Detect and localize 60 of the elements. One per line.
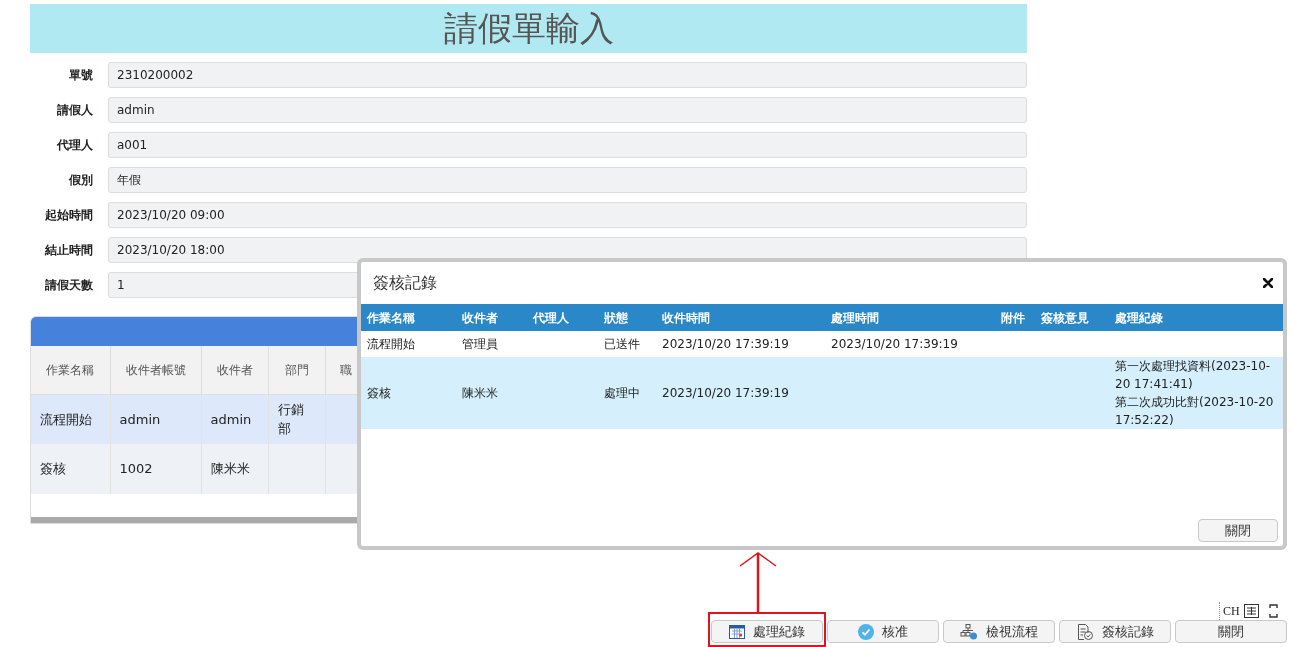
field-label: 起始時間 bbox=[44, 207, 93, 224]
table-cell: 陳米米 bbox=[462, 386, 498, 400]
input-method-label: CH bbox=[1223, 603, 1240, 620]
column-header: 附件 bbox=[1001, 310, 1025, 325]
check-icon bbox=[858, 623, 874, 640]
table-cell: 管理員 bbox=[462, 337, 498, 351]
input-field[interactable]: 年假 bbox=[108, 167, 1027, 193]
table-cell: 第一次處理找資料(2023-10-20 17:41:41) 第二次成功比對(2023-10-20 17:52:22) bbox=[1115, 359, 1274, 427]
toolbar-button[interactable]: 檢視流程 bbox=[943, 620, 1055, 643]
toolbar-button[interactable]: 處理紀錄 bbox=[711, 620, 823, 643]
input-field[interactable]: 2023/10/20 09:00 bbox=[108, 202, 1027, 228]
column-header: 作業名稱 bbox=[31, 346, 110, 394]
field-label: 請假人 bbox=[56, 102, 93, 119]
table-cell: 流程開始 bbox=[40, 411, 92, 427]
column-header: 部門 bbox=[268, 346, 325, 394]
input-field[interactable]: 2310200002 bbox=[108, 62, 1027, 88]
table-cell: 簽核 bbox=[40, 461, 66, 477]
document-check-icon bbox=[1076, 623, 1094, 640]
table-cell: 簽核 bbox=[367, 386, 391, 400]
field-label: 請假天數 bbox=[44, 277, 93, 294]
field-label: 結止時間 bbox=[44, 242, 93, 259]
calendar-icon bbox=[729, 624, 745, 639]
form-title: 請假單輸入 bbox=[30, 4, 1027, 53]
column-header: 收件者帳號 bbox=[110, 346, 201, 394]
column-header: 作業名稱 bbox=[367, 310, 415, 325]
field-label: 假別 bbox=[68, 172, 93, 189]
column-header: 簽核意見 bbox=[1041, 310, 1089, 325]
column-header: 處理時間 bbox=[831, 310, 879, 325]
table-cell: 已送件 bbox=[604, 337, 640, 351]
column-header: 收件者 bbox=[201, 346, 268, 394]
toolbar-button[interactable]: 關閉 bbox=[1175, 620, 1287, 643]
close-button[interactable]: 關閉 bbox=[1198, 519, 1278, 542]
table-cell: admin bbox=[119, 411, 161, 427]
table-cell: 2023/10/20 17:39:19 bbox=[662, 337, 789, 351]
expand-icon bbox=[1268, 604, 1278, 618]
toolbar-button[interactable]: 簽核記錄 bbox=[1059, 620, 1171, 643]
table-row[interactable]: 簽核 陳米米 處理中 2023/10/20 17:39:19 第一次處理找資料(2023-10-20 17:41:41) 第二次成功比對(2023-10-20 17:52:22) bbox=[361, 357, 1283, 429]
field-label: 單號 bbox=[68, 67, 93, 84]
table-cell: 2023/10/20 17:39:19 bbox=[831, 337, 958, 351]
column-header: 收件者 bbox=[462, 310, 498, 325]
table-cell: 陳米米 bbox=[210, 461, 250, 477]
table-cell: 1002 bbox=[119, 461, 153, 477]
table-cell: 2023/10/20 17:39:19 bbox=[662, 386, 789, 400]
column-header: 收件時間 bbox=[662, 310, 710, 325]
dialog-title: 簽核記錄 bbox=[373, 272, 437, 294]
column-header: 處理紀錄 bbox=[1115, 310, 1163, 325]
table-cell: admin bbox=[210, 411, 252, 427]
column-header: 狀態 bbox=[604, 310, 628, 325]
table-cell: 流程開始 bbox=[367, 337, 415, 351]
table-cell: 行銷部 bbox=[277, 401, 304, 437]
close-icon[interactable] bbox=[1263, 278, 1273, 288]
input-field[interactable]: a001 bbox=[108, 132, 1027, 158]
field-label: 代理人 bbox=[56, 137, 93, 154]
table-cell: 處理中 bbox=[604, 386, 640, 400]
table-row[interactable]: 流程開始 管理員 已送件 2023/10/20 17:39:19 2023/10/20 17:39:19 bbox=[361, 331, 1283, 357]
keyboard-icon bbox=[1243, 604, 1259, 618]
toolbar-button[interactable]: 核准 bbox=[827, 620, 939, 643]
input-field[interactable]: admin bbox=[108, 97, 1027, 123]
flowchart-icon bbox=[960, 623, 978, 640]
column-header: 代理人 bbox=[533, 310, 569, 325]
